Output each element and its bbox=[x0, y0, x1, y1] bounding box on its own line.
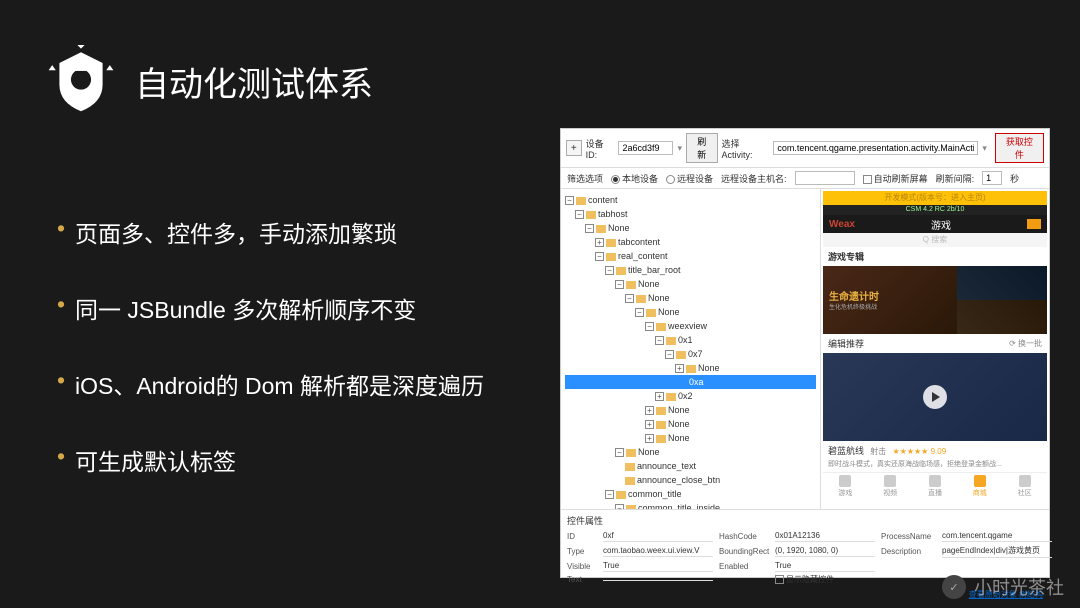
prop-type: com.taobao.weex.ui.view.V bbox=[603, 545, 713, 557]
bullet-list: 页面多、控件多，手动添加繁琐 同一 JSBundle 多次解析顺序不变 iOS、… bbox=[75, 215, 484, 519]
pv-section-2: 编辑推荐 bbox=[828, 337, 864, 350]
grid-icon[interactable] bbox=[1027, 219, 1041, 229]
pv-stars: ★★★★★ bbox=[892, 447, 928, 456]
bullet-3: iOS、Android的 Dom 解析都是深度遍历 bbox=[75, 367, 484, 401]
nav-item-active[interactable]: 商城 bbox=[957, 473, 1002, 500]
nav-item[interactable]: 视频 bbox=[868, 473, 913, 500]
prop-proc: com.tencent.qgame bbox=[942, 530, 1052, 542]
prop-en: True bbox=[775, 560, 875, 572]
shield-logo bbox=[45, 45, 117, 117]
prop-rect: (0, 1920, 1080, 0) bbox=[775, 545, 875, 557]
props-header: 控件属性 bbox=[567, 514, 1043, 527]
nav-item[interactable]: 游戏 bbox=[823, 473, 868, 500]
prop-hash: 0x01A12136 bbox=[775, 530, 875, 542]
get-control-button[interactable]: 获取控件 bbox=[995, 133, 1044, 163]
bullet-2: 同一 JSBundle 多次解析顺序不变 bbox=[75, 291, 484, 325]
pv-banner: 开发模式(版本号：进入主页) bbox=[823, 191, 1047, 205]
check-autorefresh[interactable]: 自动刷新屏幕 bbox=[863, 172, 928, 185]
radio-remote[interactable]: 远程设备 bbox=[666, 172, 713, 185]
pv-video[interactable] bbox=[823, 353, 1047, 441]
remote-host-label: 远程设备主机名: bbox=[721, 172, 787, 185]
prop-vis: True bbox=[603, 560, 713, 572]
play-icon bbox=[923, 385, 947, 409]
check-showhidden[interactable]: 显示隐藏控件 bbox=[775, 574, 875, 585]
toolbar-main: + 设备ID: ▾ 刷新 选择Activity: ▾ 获取控件 bbox=[561, 129, 1049, 168]
pv-desc: 即时战斗模式，真实还原海战临场感，拒绝登录金额战... bbox=[828, 459, 1042, 469]
bullet-4: 可生成默认标签 bbox=[75, 443, 484, 477]
dom-tree[interactable]: −content −tabhost −None +tabcontent −rea… bbox=[561, 189, 821, 509]
slide-title: 自动化测试体系 bbox=[135, 57, 373, 106]
device-id-label: 设备ID: bbox=[586, 137, 615, 160]
wechat-icon: ✓ bbox=[942, 575, 966, 599]
add-button[interactable]: + bbox=[566, 140, 582, 156]
pv-search[interactable]: Q 搜索 bbox=[823, 233, 1047, 247]
prop-desc: pageEndIndex|div|游戏黄页 bbox=[942, 544, 1052, 558]
interval-input[interactable] bbox=[982, 171, 1002, 185]
refresh-button[interactable]: 刷新 bbox=[686, 133, 718, 163]
pv-game-title: 碧蓝航线 bbox=[828, 446, 864, 456]
nav-item[interactable]: 直播 bbox=[913, 473, 958, 500]
pv-brand: Weax bbox=[829, 219, 855, 230]
inspector-window: + 设备ID: ▾ 刷新 选择Activity: ▾ 获取控件 筛选选项 本地设… bbox=[560, 128, 1050, 578]
pv-section-1: 游戏专辑 bbox=[823, 247, 1047, 266]
tree-selected-node: 0xa bbox=[565, 375, 816, 389]
remote-host-input[interactable] bbox=[795, 171, 855, 185]
activity-label: 选择Activity: bbox=[722, 137, 770, 160]
activity-input[interactable] bbox=[773, 141, 978, 155]
pv-album[interactable]: 生命遗计时 生化危机终极挑战 bbox=[823, 266, 1047, 334]
radio-local[interactable]: 本地设备 bbox=[611, 172, 658, 185]
filter-label: 筛选选项 bbox=[567, 172, 603, 185]
nav-item[interactable]: 社区 bbox=[1002, 473, 1047, 500]
prop-id: 0xf bbox=[603, 530, 713, 542]
pv-subbanner: CSM 4.2 RC 2b/10 bbox=[823, 205, 1047, 215]
toolbar-filter: 筛选选项 本地设备 远程设备 远程设备主机名: 自动刷新屏幕 刷新间隔: 秒 bbox=[561, 168, 1049, 189]
pv-tab[interactable]: 游戏 bbox=[931, 217, 951, 232]
watermark: ✓ 小时光茶社 bbox=[942, 574, 1064, 600]
device-id-input[interactable] bbox=[618, 141, 673, 155]
pv-score: 9.09 bbox=[931, 447, 947, 456]
interval-label: 刷新间隔: bbox=[936, 172, 975, 185]
device-preview: 开发模式(版本号：进入主页) CSM 4.2 RC 2b/10 Weax 游戏 … bbox=[821, 189, 1049, 509]
pv-bottomnav: 游戏 视频 直播 商城 社区 bbox=[823, 472, 1047, 500]
bullet-1: 页面多、控件多，手动添加繁琐 bbox=[75, 215, 484, 249]
prop-text bbox=[603, 578, 713, 581]
seconds-label: 秒 bbox=[1010, 172, 1019, 185]
pv-refresh[interactable]: ⟳ 换一批 bbox=[1009, 338, 1042, 349]
